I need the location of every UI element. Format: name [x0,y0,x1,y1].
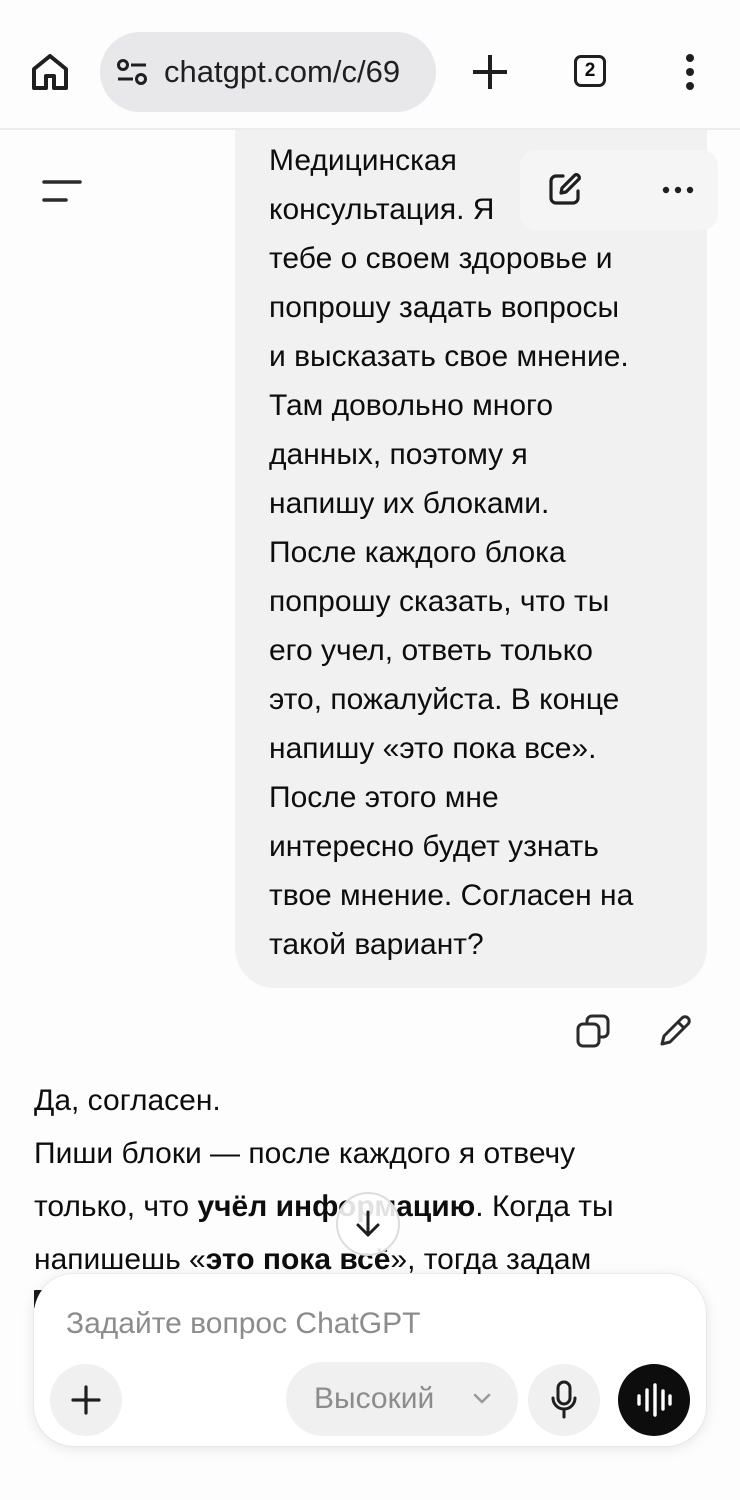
user-message-line: попрошу сказать, что ты [269,585,610,618]
copy-icon [576,1014,610,1048]
site-settings-icon[interactable] [116,58,148,86]
address-bar[interactable]: chatgpt.com/c/69 [100,32,436,112]
browser-menu-button[interactable] [682,52,698,92]
user-message-line: твое мнение. Согласен на [269,879,634,912]
new-chat-icon [549,173,581,205]
url-text: chatgpt.com/c/69 [164,54,401,89]
header-actions [520,150,718,230]
plus-icon [473,55,507,89]
assistant-text: только, что [34,1190,198,1223]
home-button[interactable] [28,50,72,94]
user-message-line: напишу их блоками. [269,487,550,520]
sidebar-toggle-button[interactable] [40,174,84,208]
copy-message-button[interactable] [574,1012,612,1050]
user-message-line: это, пожалуйста. В конце [269,683,620,716]
voice-mode-button[interactable] [618,1364,690,1436]
user-message-line: его учел, ответь только [269,634,593,667]
chat-options-button[interactable] [660,174,696,206]
microphone-icon [551,1380,577,1419]
chevron-down-icon [473,1393,491,1404]
attach-button[interactable] [50,1364,122,1436]
new-chat-button[interactable] [546,170,584,208]
user-message-line: После этого мне [269,781,499,814]
user-message-line: тебе о своем здоровье и [269,242,613,275]
dictate-button[interactable] [528,1364,600,1436]
home-icon [32,54,68,90]
browser-toolbar-overlay: chatgpt.com/c/69 2 [0,0,740,130]
sidebar-menu-icon [42,180,82,202]
edit-message-button[interactable] [656,1012,694,1050]
user-message-line: такой вариант? [269,928,484,961]
user-message-line: интересно будет узнать [269,830,599,863]
arrow-down-icon [356,1210,380,1237]
assistant-line: Пиши блоки — после каждого я отвечу [34,1137,576,1170]
tab-switcher-button[interactable]: 2 [574,55,606,87]
tab-count: 2 [584,60,596,81]
user-message-line: данных, поэтому я [269,438,528,471]
prompt-input[interactable]: Задайте вопрос ChatGPT [66,1304,420,1344]
more-vert-icon [686,54,694,90]
user-message-line: и высказать свое мнение. [269,340,629,373]
message-composer: Задайте вопрос ChatGPT Высокий [34,1274,706,1446]
assistant-text: напишешь « [34,1243,206,1276]
reasoning-level-label: Высокий [314,1382,435,1415]
plus-icon [71,1385,101,1415]
more-horizontal-icon [662,186,694,194]
voice-mode-icon [637,1383,672,1417]
assistant-line: Да, согласен. [34,1084,221,1117]
new-tab-button[interactable] [470,52,510,92]
user-message-line: Там довольно много [269,389,554,422]
user-message-line: напишу «это пока все». [269,732,597,765]
assistant-text: . Когда ты [475,1190,614,1223]
edit-icon [660,1015,691,1046]
scroll-to-bottom-button[interactable] [336,1192,400,1256]
user-message-line: После каждого блока [269,536,566,569]
assistant-text: », тогда задам [390,1243,592,1276]
user-message-line: попрошу задать вопросы [269,291,620,324]
reasoning-level-select[interactable]: Высокий [286,1362,518,1436]
